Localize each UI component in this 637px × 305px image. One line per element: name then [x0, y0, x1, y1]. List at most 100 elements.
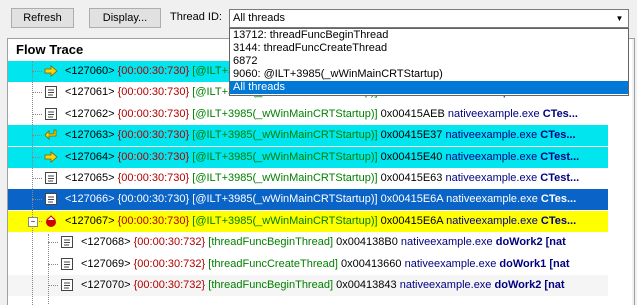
module-name: nativeexample.exe	[400, 236, 493, 249]
thread-option[interactable]: 9060: @ILT+3985(_wWinMainCRTStartup)	[230, 68, 628, 81]
symbol-name: doWork2	[494, 279, 542, 291]
trace-row-text: <127066> {00:00:30:730} [@ILT+3985(_wWin…	[65, 193, 576, 205]
address: 0x00413843	[336, 279, 397, 291]
timestamp: {00:00:30:730}	[117, 172, 190, 184]
tree-connector	[48, 242, 58, 244]
symbol-name: CTest...	[540, 150, 580, 163]
thread-option[interactable]: 6872	[230, 55, 628, 68]
trace-row-text: <127067> {00:00:30:730} [@ILT+3985(_wWin…	[65, 215, 576, 227]
timestamp: {00:00:30:730}	[117, 65, 190, 77]
symbol-name: CTes...	[540, 214, 577, 227]
trace-row-text: <127068> {00:00:30:732} [threadFuncBegin…	[81, 236, 566, 248]
trace-id: <127066>	[65, 193, 115, 206]
symbol-name: CTes...	[540, 193, 577, 206]
thread-function: [@ILT+3985(_wWinMainCRTStartup)]	[192, 172, 378, 184]
module-name: nativeexample.exe	[446, 214, 538, 227]
code-listing-icon	[60, 235, 74, 249]
trace-row[interactable]: <127070> {00:00:30:732} [threadFuncBegin…	[8, 275, 608, 296]
thread-id-dropdown: 13712: threadFuncBeginThread 3144: thread…	[229, 28, 629, 96]
timestamp: {00:00:30:730}	[117, 193, 190, 206]
trace-row-text: <127062> {00:00:30:730} [@ILT+3985(_wWin…	[65, 108, 578, 120]
timestamp: {00:00:30:730}	[117, 129, 190, 142]
trace-row[interactable]: <127069> {00:00:30:732} [threadFuncCreat…	[8, 254, 608, 275]
trace-row-text: <127064> {00:00:30:730} [@ILT+3985(_wWin…	[65, 151, 579, 163]
tree-connector	[32, 71, 42, 72]
tree-connector	[48, 263, 58, 265]
thread-option[interactable]: 3144: threadFuncCreateThread	[230, 42, 628, 55]
code-listing-icon	[60, 257, 74, 271]
trace-id: <127062>	[65, 107, 115, 120]
module-name: nativeexample.exe	[445, 172, 538, 184]
tree-connector	[32, 156, 42, 158]
address: 0x00415E40	[380, 150, 443, 163]
symbol-extra: [nat	[545, 236, 566, 249]
tree-line	[48, 234, 49, 305]
trace-id: <127060>	[65, 65, 115, 77]
symbol-name: CTes...	[540, 129, 576, 142]
tree-connector	[32, 113, 42, 115]
tree-connector	[32, 92, 42, 94]
module-name: nativeexample.exe	[445, 150, 538, 163]
code-listing-icon	[44, 171, 58, 185]
address: 0x00415E6A	[380, 214, 444, 227]
symbol-extra: [nat	[544, 279, 565, 291]
trace-row[interactable]: <127068> {00:00:30:732} [threadFuncBegin…	[8, 232, 608, 253]
exception-icon	[44, 214, 58, 228]
timestamp: {00:00:30:732}	[133, 257, 206, 270]
chevron-down-icon[interactable]: ▼	[611, 10, 628, 27]
symbol-name: doWork2	[495, 236, 543, 249]
timestamp: {00:00:30:730}	[117, 214, 190, 227]
trace-id: <127070>	[81, 279, 131, 291]
timestamp: {00:00:30:730}	[117, 150, 190, 163]
trace-row[interactable]: <127066> {00:00:30:730} [@ILT+3985(_wWin…	[8, 189, 608, 211]
trace-row[interactable]: <127063> {00:00:30:730} [@ILT+3985(_wWin…	[8, 125, 608, 147]
address: 0x00415E6A	[380, 193, 444, 206]
arrow-right-icon	[44, 150, 58, 164]
arrow-right-icon	[44, 64, 58, 78]
thread-function: [@ILT+3985(_wWinMainCRTStartup)]	[192, 193, 378, 206]
symbol-name: CTes...	[542, 107, 578, 120]
symbol-extra: [nat	[549, 257, 570, 270]
trace-id: <127063>	[65, 129, 115, 142]
vertical-scrollbar[interactable]	[632, 39, 634, 305]
trace-id: <127061>	[65, 86, 115, 99]
collapse-toggle[interactable]: −	[28, 216, 38, 227]
address: 0x00415AEB	[380, 107, 445, 120]
module-name: nativeexample.exe	[399, 279, 492, 291]
trace-row[interactable]: <127064> {00:00:30:730} [@ILT+3985(_wWin…	[8, 146, 608, 168]
trace-row-text: <127070> {00:00:30:732} [threadFuncBegin…	[81, 279, 565, 291]
symbol-name: doWork1	[499, 257, 547, 270]
symbol-name: CTest...	[540, 172, 580, 184]
trace-id: <127069>	[81, 257, 131, 270]
thread-function: [threadFuncBeginThread]	[208, 279, 334, 291]
trace-row[interactable]: <127062> {00:00:30:730} [@ILT+3985(_wWin…	[8, 104, 608, 125]
thread-option[interactable]: All threads	[230, 81, 628, 94]
timestamp: {00:00:30:732}	[133, 279, 206, 291]
thread-function: [@ILT+3985(_wWinMainCRTStartup)]	[192, 150, 378, 163]
tree-line	[32, 61, 33, 305]
refresh-button[interactable]: Refresh	[11, 8, 74, 28]
trace-row[interactable]: <127067> {00:00:30:730} [@ILT+3985(_wWin…	[8, 210, 608, 232]
address: 0x004138B0	[336, 236, 398, 249]
trace-id: <127068>	[81, 236, 131, 249]
code-listing-icon	[44, 107, 58, 121]
timestamp: {00:00:30:730}	[117, 86, 190, 99]
module-name: nativeexample.exe	[404, 257, 497, 270]
module-name: nativeexample.exe	[446, 193, 538, 206]
thread-function: [@ILT+3985(_wWinMainCRTStartup)]	[192, 214, 378, 227]
address: 0x00415E63	[380, 172, 443, 184]
tree-connector	[32, 135, 42, 137]
tree-connector	[32, 178, 42, 179]
thread-id-selected-value: All threads	[233, 12, 285, 24]
thread-function: [threadFuncCreateThread]	[208, 257, 338, 270]
trace-id: <127064>	[65, 150, 115, 163]
trace-id: <127067>	[65, 214, 115, 227]
module-name: nativeexample.exe	[447, 107, 540, 120]
thread-id-select[interactable]: All threads ▼	[229, 9, 629, 28]
code-listing-icon	[44, 85, 58, 99]
address: 0x00415E37	[380, 129, 443, 142]
display-button[interactable]: Display...	[89, 8, 161, 28]
trace-row[interactable]: <127065> {00:00:30:730} [@ILT+3985(_wWin…	[8, 168, 608, 189]
trace-row-text: <127063> {00:00:30:730} [@ILT+3985(_wWin…	[65, 129, 576, 141]
thread-option[interactable]: 13712: threadFuncBeginThread	[230, 29, 628, 42]
